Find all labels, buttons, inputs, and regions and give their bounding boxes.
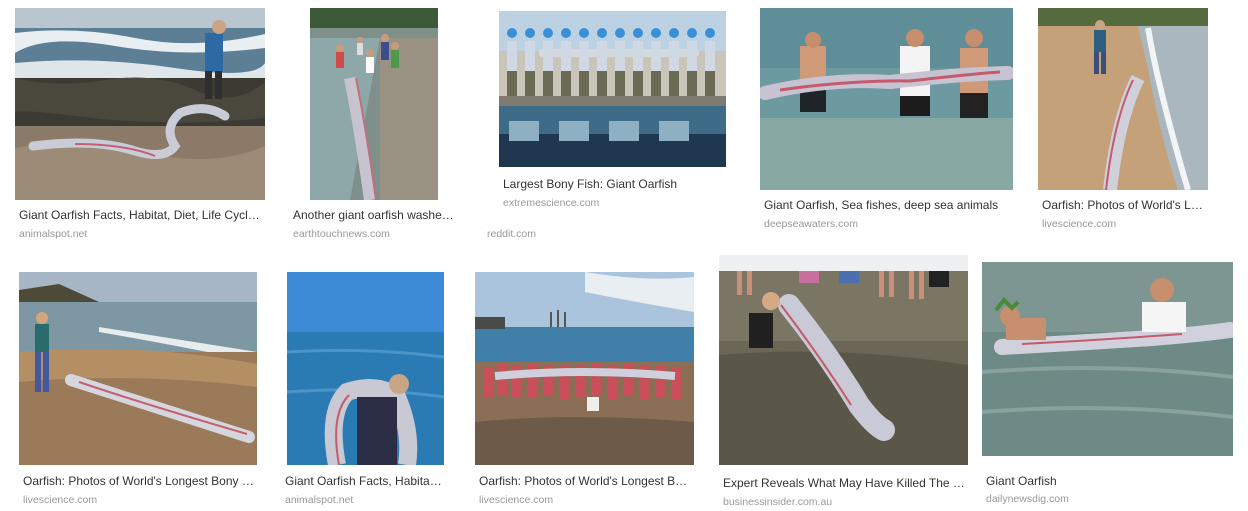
woman-beach-image <box>19 272 257 465</box>
result-card[interactable]: Giant Oarfish dailynewsdig.com <box>982 262 1234 507</box>
group-with-fish-image <box>475 272 694 465</box>
result-card[interactable]: Giant Oarfish, Sea fishes, deep sea anim… <box>760 8 1013 238</box>
result-title[interactable]: Oarfish: Photos of World's Longest Bony … <box>479 474 691 489</box>
result-title[interactable]: Giant Oarfish, Sea fishes, deep sea anim… <box>764 198 1008 213</box>
result-thumbnail[interactable] <box>719 255 968 465</box>
result-title[interactable]: Giant Oarfish Facts, Habitat, Diet, Life… <box>285 474 443 489</box>
men-in-water-image <box>760 8 1013 190</box>
oarfish-shallow-water-image <box>310 8 438 200</box>
result-thumbnail[interactable] <box>760 8 1013 190</box>
result-card[interactable]: Largest Bony Fish: Giant Oarfish extreme… <box>499 11 726 216</box>
result-source[interactable]: animalspot.net <box>19 228 263 241</box>
result-source[interactable]: deepseawaters.com <box>764 218 1008 231</box>
result-source[interactable]: livescience.com <box>23 494 257 507</box>
oarfish-beach-image <box>1038 8 1208 190</box>
result-source[interactable]: earthtouchnews.com <box>293 228 457 241</box>
result-card[interactable]: Giant Oarfish Facts, Habitat, Diet, Life… <box>15 8 265 243</box>
result-thumbnail[interactable] <box>1038 8 1208 190</box>
result-thumbnail[interactable] <box>982 262 1233 456</box>
result-title[interactable]: Oarfish: Photos of World's Longest Bony … <box>1042 198 1206 213</box>
result-source[interactable]: extremescience.com <box>503 197 723 210</box>
result-title[interactable]: Giant Oarfish Facts, Habitat, Diet, Life… <box>19 208 263 223</box>
result-card[interactable]: Giant Oarfish Facts, Habitat, Diet, Life… <box>283 272 445 507</box>
man-carrying-fish-image <box>287 272 444 465</box>
result-source[interactable]: businessinsider.com.au <box>723 496 967 509</box>
result-title[interactable]: Another giant oarfish washes ashore <box>293 208 457 223</box>
result-title[interactable]: Expert Reveals What May Have Killed The … <box>723 476 967 491</box>
result-thumbnail[interactable] <box>499 11 726 167</box>
result-card[interactable]: Another giant oarfish washes ashore eart… <box>289 8 459 243</box>
result-source[interactable]: animalspot.net <box>285 494 443 507</box>
result-thumbnail[interactable] <box>287 272 444 465</box>
result-card[interactable]: Oarfish: Photos of World's Longest Bony … <box>475 272 695 507</box>
result-title[interactable]: Giant Oarfish <box>986 474 1230 489</box>
result-thumbnail[interactable] <box>19 272 257 465</box>
result-card[interactable]: Expert Reveals What May Have Killed The … <box>719 255 969 510</box>
swimming-with-fish-image <box>982 262 1233 456</box>
result-source[interactable]: livescience.com <box>1042 218 1206 231</box>
result-title[interactable]: Oarfish: Photos of World's Longest Bony … <box>23 474 257 489</box>
result-thumbnail[interactable] <box>15 8 265 200</box>
dock-group-image <box>499 11 726 167</box>
result-card[interactable]: reddit.com <box>487 218 607 244</box>
result-thumbnail[interactable] <box>310 8 438 200</box>
oarfish-shore-image <box>15 8 265 200</box>
result-thumbnail[interactable] <box>475 272 694 465</box>
result-card[interactable]: Oarfish: Photos of World's Longest Bony … <box>19 272 259 507</box>
result-source[interactable]: reddit.com <box>487 228 607 241</box>
result-source[interactable]: dailynewsdig.com <box>986 493 1230 506</box>
result-source[interactable]: livescience.com <box>479 494 691 507</box>
people-around-fish-image <box>719 255 968 465</box>
result-card[interactable]: Oarfish: Photos of World's Longest Bony … <box>1038 8 1210 238</box>
result-title[interactable]: Largest Bony Fish: Giant Oarfish <box>503 177 723 192</box>
